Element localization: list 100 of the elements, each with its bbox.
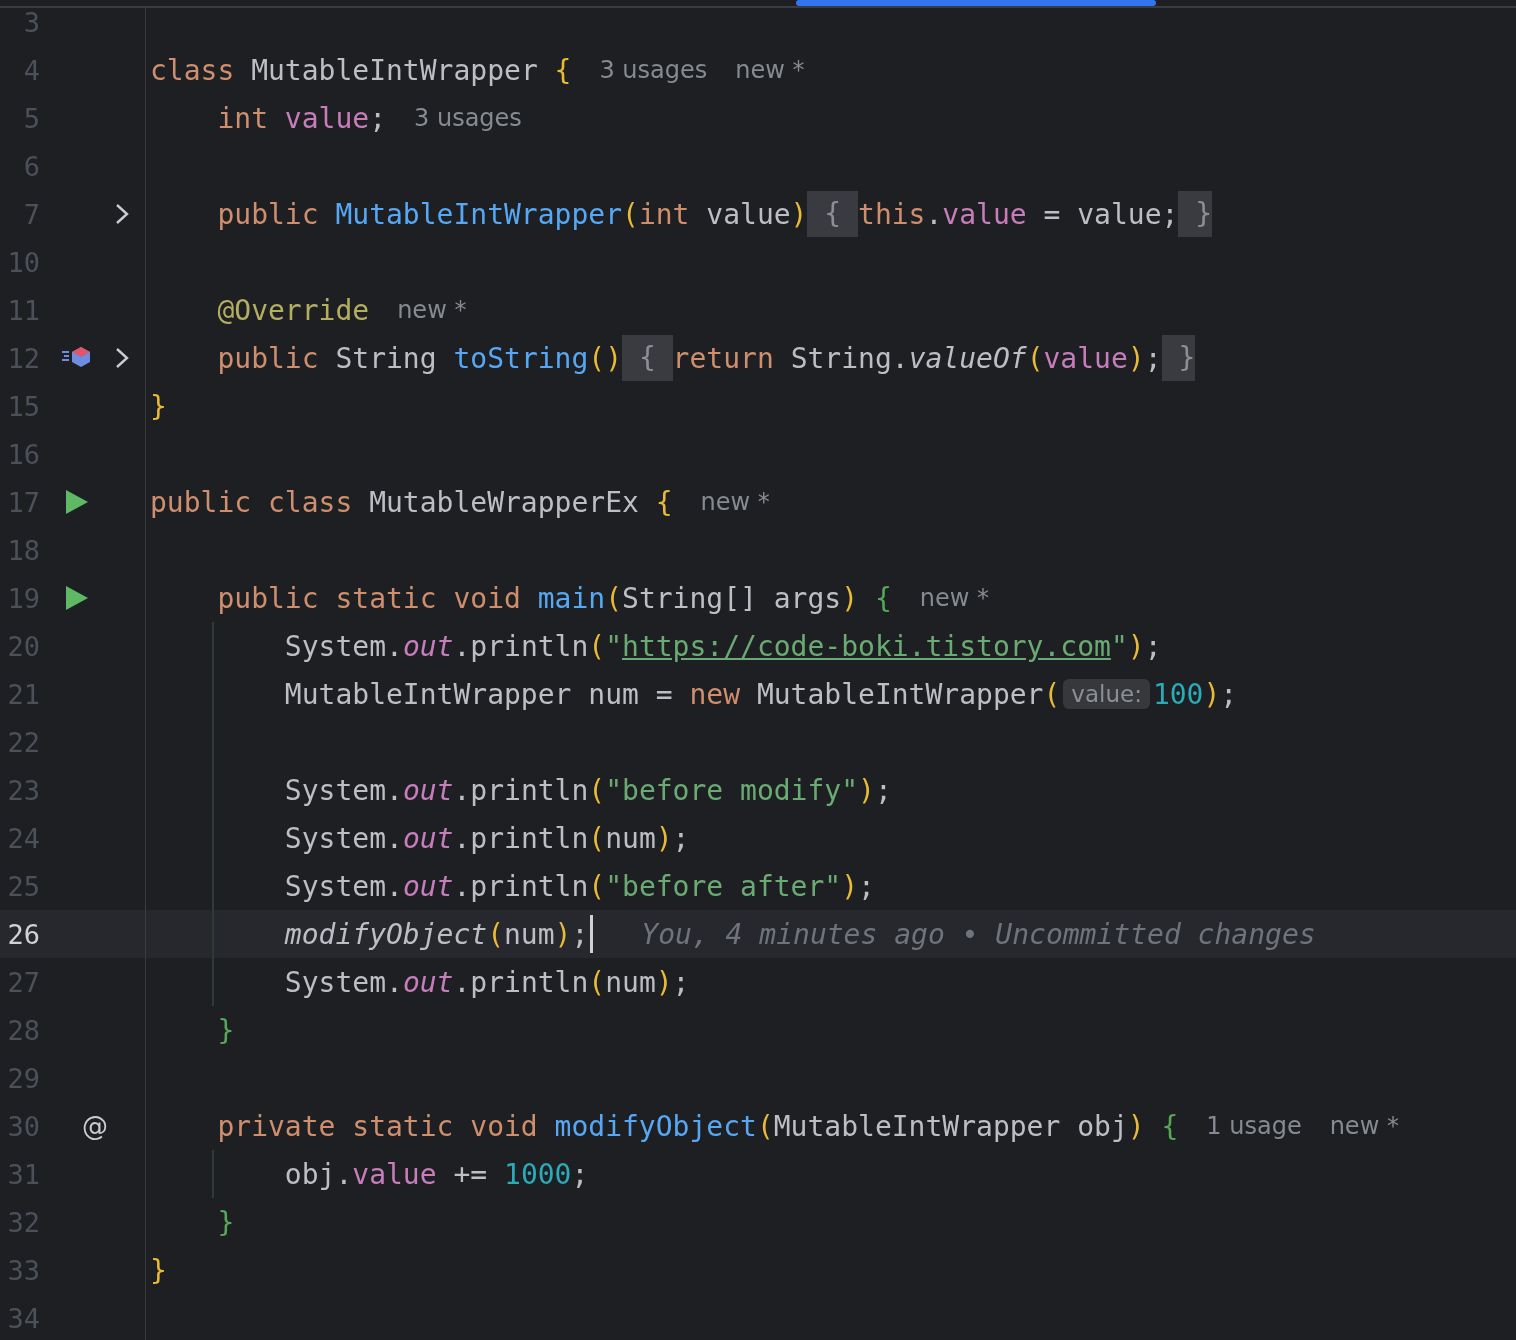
folded-block[interactable]: { [622, 335, 673, 381]
code-text: out [402, 629, 454, 663]
inlay-hint: 1 usage [1206, 1112, 1302, 1140]
parameter-hint: value: [1063, 679, 1150, 709]
code-text: value [942, 197, 1027, 231]
inlay-hint: new * [700, 488, 770, 516]
code-text: MutableIntWrapper [251, 53, 539, 87]
code-text: String[] args [622, 581, 842, 615]
code-text: () [588, 341, 623, 375]
code-text: int [216, 101, 269, 135]
code-text: ) [554, 917, 572, 951]
code-text: toString [453, 341, 589, 375]
inlay-hint: new * [735, 56, 805, 84]
code-text: ( [588, 869, 606, 903]
code-text: ( [622, 197, 639, 231]
code-text: .println [453, 629, 589, 663]
code-text: main [537, 581, 606, 615]
code-text: MutableIntWrapper num = [283, 677, 674, 711]
code-text: MutableWrapperEx [369, 485, 640, 519]
code-text: ; [1144, 629, 1162, 663]
code-text: ( [588, 629, 606, 663]
folded-block[interactable]: } [1178, 191, 1213, 237]
code-text: modifyObject [554, 1109, 757, 1143]
code-text: 1000 [504, 1157, 572, 1191]
code-text: ) [841, 869, 859, 903]
code-text: 100 [1152, 677, 1204, 711]
inlay-hint: new * [397, 296, 467, 324]
code-text: ( [1026, 341, 1044, 375]
code-text: obj. [283, 1157, 353, 1191]
code-text: String [335, 341, 438, 375]
code-text: { [554, 53, 572, 87]
code-text: out [402, 773, 454, 807]
folded-block[interactable]: { [807, 191, 859, 237]
code-text: ( [588, 773, 606, 807]
code-text: out [402, 821, 454, 855]
code-text: System. [283, 821, 403, 855]
code-text: = value; [1042, 197, 1179, 231]
link[interactable]: https://code-boki.tistory.com [622, 629, 1111, 663]
code-text: class [150, 53, 236, 87]
code-text: { [1160, 1109, 1179, 1143]
implementation-marker[interactable]: @ [82, 1111, 108, 1141]
text-cursor [590, 915, 594, 953]
code-text: value [284, 101, 370, 135]
code-text: out [402, 965, 454, 999]
code-text: ( [605, 581, 623, 615]
code-text: . [925, 197, 943, 231]
code-text: num [605, 965, 656, 999]
code-text: ; [1220, 677, 1238, 711]
code-text: ; [858, 869, 875, 903]
code-text: ; [571, 917, 589, 951]
code-text: public [216, 197, 320, 231]
code-text: new [689, 677, 741, 711]
code-text: "before modify" [605, 773, 859, 807]
code-text: num [504, 917, 555, 951]
inlay-hint: 3 usages [414, 104, 522, 132]
code-text: System. [283, 965, 403, 999]
code-text: MutableIntWrapper [335, 197, 622, 231]
expand-chevron-icon[interactable] [114, 203, 130, 225]
code-text: ( [487, 917, 504, 951]
code-text: System. [283, 773, 403, 807]
code-text: .println [453, 821, 589, 855]
folded-block[interactable]: } [1161, 335, 1196, 381]
code-text: .println [453, 773, 589, 807]
code-text: } [216, 1205, 235, 1239]
code-text: ) [655, 965, 673, 999]
code-text: num [605, 821, 656, 855]
code-text: value [1043, 341, 1128, 375]
code-text: public static void [216, 581, 522, 615]
code-text: ) [1127, 629, 1145, 663]
code-text: } [150, 1253, 167, 1287]
code-text: return [672, 341, 775, 375]
code-text: } [150, 389, 167, 423]
code-text: ; [672, 821, 690, 855]
code-text: ; [369, 101, 386, 135]
code-text: ; [874, 773, 892, 807]
code-text: value [352, 1157, 437, 1191]
code-text: ) [790, 197, 808, 231]
code-text: @Override [216, 293, 370, 327]
run-icon[interactable] [65, 489, 89, 515]
code-text: public class [150, 485, 354, 519]
code-text: " [1110, 629, 1128, 663]
inlay-hint: new * [919, 584, 989, 612]
code-text: ; [571, 1157, 589, 1191]
code-text: { [873, 581, 892, 615]
code-text: .println [453, 869, 589, 903]
run-icon[interactable] [65, 585, 89, 611]
code-text: MutableIntWrapper [756, 677, 1044, 711]
code-text: valueOf [908, 341, 1027, 375]
code-text: ) [1127, 1109, 1145, 1143]
code-text: ( [588, 821, 606, 855]
code-text: MutableIntWrapper obj [773, 1109, 1128, 1143]
line-number: 26 [6, 918, 40, 950]
code-text: ( [756, 1109, 774, 1143]
code-text: System. [283, 869, 403, 903]
expand-chevron-icon[interactable] [114, 347, 130, 369]
code-text: += [452, 1157, 489, 1191]
code-text: public [216, 341, 320, 375]
code-text: private static void [216, 1109, 539, 1143]
code-text: ) [655, 821, 673, 855]
code-text: } [216, 1013, 235, 1047]
